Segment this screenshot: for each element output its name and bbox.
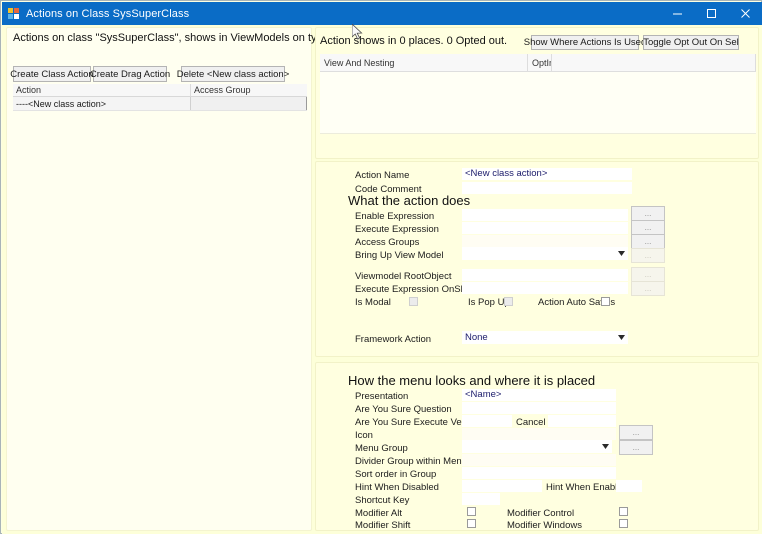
maximize-button[interactable] <box>694 2 728 25</box>
column-header-action[interactable]: Action <box>13 84 191 96</box>
create-drag-action-button[interactable]: Create Drag Action <box>90 66 170 82</box>
modifier-windows-checkbox[interactable] <box>619 519 628 528</box>
show-where-used-button[interactable]: Show Where Actions Is Used <box>524 35 646 50</box>
action-definition-card: Action Name Code Comment What the action… <box>315 161 759 357</box>
title-bar[interactable]: Actions on Class SysSuperClass <box>2 2 762 25</box>
action-auto-saves-checkbox[interactable] <box>601 297 610 306</box>
label-execute-expression-onshow: Execute Expression OnShow <box>355 284 479 295</box>
actions-grid-header: Action Access Group <box>13 84 307 97</box>
chevron-down-icon[interactable] <box>599 440 612 453</box>
chevron-down-icon[interactable] <box>615 247 628 260</box>
modifier-control-checkbox[interactable] <box>619 507 628 516</box>
usage-grid-header: View And Nesting Opt In <box>320 54 756 72</box>
label-action-name: Action Name <box>355 170 410 181</box>
label-execute-expression: Execute Expression <box>355 224 439 235</box>
usage-heading: Action shows in 0 places. 0 Opted out. <box>320 35 508 47</box>
panel-heading: Actions on class "SysSuperClass", shows … <box>13 32 362 44</box>
column-header-view-and-nesting[interactable]: View And Nesting <box>320 54 528 71</box>
menu-group-browse-button[interactable]: ... <box>619 440 653 455</box>
viewmodel-rootobject-input[interactable] <box>462 269 628 281</box>
close-button[interactable] <box>728 2 762 25</box>
hint-when-enabled-input[interactable] <box>616 480 642 492</box>
modifier-alt-checkbox[interactable] <box>467 507 476 516</box>
column-header-access-group[interactable]: Access Group <box>191 84 307 96</box>
are-you-sure-question-input[interactable] <box>462 402 616 414</box>
table-row[interactable]: ----<New class action> <box>13 97 307 111</box>
label-shortcut-key: Shortcut Key <box>355 495 410 506</box>
minimize-button[interactable] <box>660 2 694 25</box>
column-header-blank[interactable] <box>552 54 756 71</box>
icon-browse-button[interactable]: ... <box>619 425 653 440</box>
actions-list-panel: Actions on class "SysSuperClass", shows … <box>6 27 362 531</box>
label-enable-expression: Enable Expression <box>355 211 435 222</box>
menu-appearance-card: How the menu looks and where it is place… <box>315 362 759 531</box>
opt-in-line-1: Opt <box>532 58 547 68</box>
code-comment-input[interactable] <box>462 182 632 194</box>
label-icon: Icon <box>355 430 373 441</box>
label-modifier-control: Modifier Control <box>507 508 575 519</box>
label-hint-when-disabled: Hint When Disabled <box>355 482 439 493</box>
label-modifier-windows: Modifier Windows <box>507 520 582 531</box>
label-bring-up-view-model: Bring Up View Model <box>355 250 444 261</box>
modifier-shift-checkbox[interactable] <box>467 519 476 528</box>
toggle-opt-out-button[interactable]: Toggle Opt Out On Sel <box>643 35 739 50</box>
window-controls <box>660 2 762 25</box>
chevron-down-icon[interactable] <box>615 331 628 344</box>
execute-expression-browse-button[interactable]: ... <box>631 220 665 235</box>
label-viewmodel-rootobject: Viewmodel RootObject <box>355 271 452 282</box>
usage-card: Action shows in 0 places. 0 Opted out. S… <box>315 27 759 159</box>
sort-order-input[interactable] <box>462 467 616 479</box>
presentation-input[interactable] <box>462 389 616 401</box>
are-you-sure-execute-verb-input[interactable] <box>462 415 512 427</box>
window-title: Actions on Class SysSuperClass <box>26 7 190 20</box>
label-menu-group: Menu Group <box>355 443 408 454</box>
label-modifier-alt: Modifier Alt <box>355 508 402 519</box>
cancel-verb-input[interactable] <box>548 415 616 427</box>
enable-expression-input[interactable] <box>462 209 628 221</box>
delete-action-button[interactable]: Delete <New class action> <box>177 66 289 82</box>
usage-grid-body[interactable] <box>320 72 756 133</box>
cell-action[interactable]: ----<New class action> <box>13 97 191 110</box>
section-title-menu-placement: How the menu looks and where it is place… <box>348 373 596 388</box>
application-window: Actions on Class SysSuperClass Actions o… <box>0 0 762 534</box>
bring-up-view-model-select[interactable] <box>462 247 628 260</box>
app-window-icon <box>8 7 20 20</box>
label-are-you-sure-execute-verb: Are You Sure Execute Verb <box>355 417 471 428</box>
usage-grid[interactable]: View And Nesting Opt In <box>320 54 756 134</box>
access-groups-input[interactable] <box>462 235 628 247</box>
label-divider-group: Divider Group within Menu <box>355 456 467 467</box>
actions-grid[interactable]: Action Access Group ----<New class actio… <box>13 84 307 112</box>
cell-access-group[interactable] <box>191 97 307 110</box>
access-groups-browse-button[interactable]: ... <box>631 234 665 249</box>
label-cancel: Cancel <box>516 417 546 428</box>
shortcut-key-input[interactable] <box>462 493 500 505</box>
label-framework-action: Framework Action <box>355 334 432 345</box>
detail-column: Action shows in 0 places. 0 Opted out. S… <box>315 27 759 531</box>
column-header-opt-in[interactable]: Opt In <box>528 54 552 71</box>
label-is-modal: Is Modal <box>355 297 391 308</box>
enable-expression-browse-button[interactable]: ... <box>631 206 665 221</box>
divider-group-input[interactable] <box>462 454 616 466</box>
label-access-groups: Access Groups <box>355 237 420 248</box>
label-modifier-shift: Modifier Shift <box>355 520 411 531</box>
client-area: Actions on class "SysSuperClass", shows … <box>2 25 762 534</box>
is-popup-checkbox[interactable] <box>504 297 513 306</box>
icon-input[interactable] <box>462 428 616 440</box>
execute-expression-input[interactable] <box>462 222 628 234</box>
execute-expression-onshow-browse-button[interactable]: ... <box>631 281 665 296</box>
menu-group-select[interactable] <box>462 440 612 453</box>
framework-action-value: None <box>465 332 488 343</box>
is-modal-checkbox[interactable] <box>409 297 418 306</box>
viewmodel-rootobject-browse-button[interactable]: ... <box>631 267 665 282</box>
hint-when-disabled-input[interactable] <box>462 480 542 492</box>
execute-expression-onshow-input[interactable] <box>462 282 628 294</box>
label-sort-order: Sort order in Group <box>355 469 437 480</box>
framework-action-select[interactable]: None <box>462 331 628 344</box>
bring-up-view-model-browse-button[interactable]: ... <box>631 248 665 263</box>
label-are-you-sure-question: Are You Sure Question <box>355 404 452 415</box>
create-class-action-button[interactable]: Create Class Action <box>10 66 94 82</box>
action-name-input[interactable] <box>462 168 632 180</box>
section-title-what-action-does: What the action does <box>348 193 471 208</box>
label-presentation: Presentation <box>355 391 409 402</box>
